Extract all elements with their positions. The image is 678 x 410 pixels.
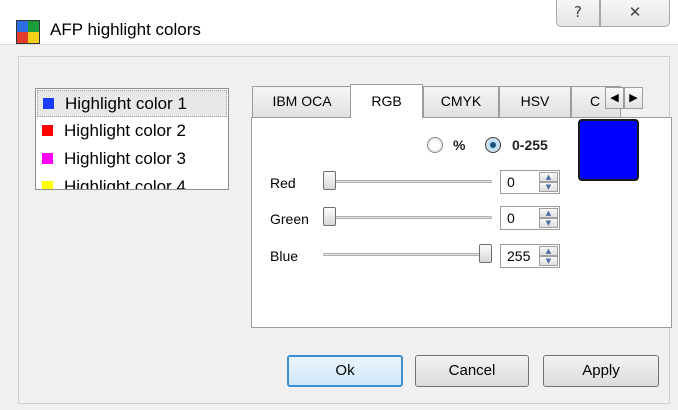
range-255-radio[interactable] xyxy=(485,137,501,153)
list-item-highlight-color-3[interactable]: Highlight color 3 xyxy=(37,146,227,173)
list-item-label: Highlight color 4 xyxy=(64,177,186,190)
list-item-label: Highlight color 2 xyxy=(64,121,186,140)
green-decrement-button[interactable]: ▼ xyxy=(539,218,558,228)
green-increment-button[interactable]: ▲ xyxy=(539,208,558,218)
app-icon xyxy=(16,20,40,44)
color-swatch xyxy=(42,125,53,136)
color-preview xyxy=(578,119,639,181)
tab-rgb[interactable]: RGB xyxy=(350,84,423,118)
range-255-radio-label: 0-255 xyxy=(512,137,548,153)
color-swatch xyxy=(42,181,53,189)
blue-spinbox[interactable]: 255 ▲ ▼ xyxy=(500,244,560,268)
red-increment-button[interactable]: ▲ xyxy=(539,172,558,182)
tab-scroll-right-button[interactable]: ▶ xyxy=(624,87,643,109)
color-swatch xyxy=(42,153,53,164)
color-swatch xyxy=(43,98,54,109)
list-item-label: Highlight color 3 xyxy=(64,149,186,168)
green-label: Green xyxy=(270,211,309,227)
cancel-button[interactable]: Cancel xyxy=(415,355,529,387)
window-title: AFP highlight colors xyxy=(50,20,201,39)
red-slider-track[interactable] xyxy=(323,180,492,183)
ok-button[interactable]: Ok xyxy=(287,355,403,387)
blue-decrement-button[interactable]: ▼ xyxy=(539,256,558,266)
chevron-left-icon: ◀ xyxy=(610,91,619,104)
list-item-highlight-color-4[interactable]: Highlight color 4 xyxy=(37,174,227,190)
dialog-window: AFP highlight colors ? ✕ Highlight color… xyxy=(0,0,678,410)
red-decrement-button[interactable]: ▼ xyxy=(539,182,558,192)
tab-scroll-left-button[interactable]: ◀ xyxy=(605,87,624,109)
close-icon: ✕ xyxy=(628,3,642,21)
blue-slider-track[interactable] xyxy=(323,253,492,256)
help-button[interactable]: ? xyxy=(556,0,600,27)
percent-radio[interactable] xyxy=(427,137,443,153)
close-button[interactable]: ✕ xyxy=(600,0,670,27)
red-value: 0 xyxy=(507,174,515,190)
chevron-right-icon: ▶ xyxy=(629,91,638,104)
help-icon: ? xyxy=(574,3,582,21)
blue-label: Blue xyxy=(270,248,299,264)
red-spinbox[interactable]: 0 ▲ ▼ xyxy=(500,170,560,194)
blue-slider-handle[interactable] xyxy=(479,244,492,263)
green-spinbox[interactable]: 0 ▲ ▼ xyxy=(500,206,560,230)
tab-ibm-oca[interactable]: IBM OCA xyxy=(252,86,352,117)
title-bar: AFP highlight colors ? ✕ xyxy=(0,0,678,45)
percent-radio-label: % xyxy=(453,137,466,153)
blue-value: 255 xyxy=(507,248,531,264)
apply-button[interactable]: Apply xyxy=(543,355,659,387)
green-value: 0 xyxy=(507,210,515,226)
highlight-color-list[interactable]: Highlight color 1 Highlight color 2 High… xyxy=(35,88,229,190)
green-slider-track[interactable] xyxy=(323,216,492,219)
list-item-label: Highlight color 1 xyxy=(65,94,187,113)
list-item-highlight-color-2[interactable]: Highlight color 2 xyxy=(37,118,227,145)
green-slider-handle[interactable] xyxy=(323,207,336,226)
blue-increment-button[interactable]: ▲ xyxy=(539,246,558,256)
list-item-highlight-color-1[interactable]: Highlight color 1 xyxy=(37,90,227,117)
red-label: Red xyxy=(270,175,296,191)
red-slider-handle[interactable] xyxy=(323,171,336,190)
tab-cmyk[interactable]: CMYK xyxy=(423,86,499,117)
tab-hsv[interactable]: HSV xyxy=(499,86,571,117)
